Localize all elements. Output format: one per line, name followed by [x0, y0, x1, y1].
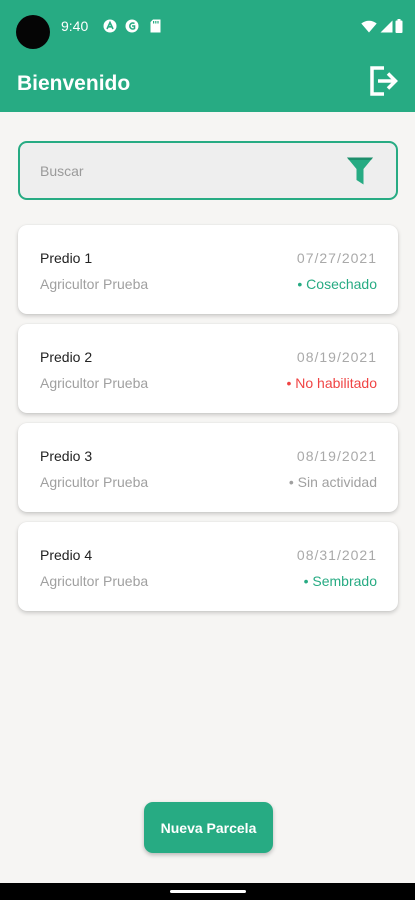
status-time: 9:40 [61, 18, 89, 34]
home-gesture-handle[interactable] [170, 890, 246, 893]
parcel-name: Predio 3 [40, 448, 93, 464]
parcel-name: Predio 1 [40, 250, 93, 266]
parcel-date: 08/19/2021 [296, 448, 377, 464]
parcel-farmer: Agricultor Prueba [40, 375, 149, 391]
new-parcel-button[interactable]: Nueva Parcela [144, 802, 273, 853]
app-a-icon [103, 19, 117, 33]
logout-button[interactable] [366, 64, 400, 98]
parcel-status: • Cosechado [297, 276, 377, 292]
logout-icon [370, 66, 398, 96]
parcel-card[interactable]: Predio 4 Agricultor Prueba 08/31/2021 • … [18, 522, 398, 611]
cell-signal-icon [379, 19, 393, 33]
filter-icon [347, 157, 373, 185]
parcel-status: • Sembrado [303, 573, 377, 589]
search-input[interactable] [40, 157, 340, 185]
parcel-farmer: Agricultor Prueba [40, 276, 149, 292]
parcel-date: 07/27/2021 [296, 250, 377, 266]
app-b-icon [125, 19, 139, 33]
sd-card-icon [148, 19, 162, 33]
parcel-card[interactable]: Predio 2 Agricultor Prueba 08/19/2021 • … [18, 324, 398, 413]
camera-cutout [16, 15, 50, 49]
wifi-icon [361, 19, 377, 33]
battery-icon [394, 19, 404, 33]
parcel-farmer: Agricultor Prueba [40, 573, 149, 589]
parcel-status: • No habilitado [286, 375, 377, 391]
parcel-status: • Sin actividad [288, 474, 377, 490]
navigation-bar [0, 883, 415, 900]
parcel-name: Predio 2 [40, 349, 93, 365]
parcel-name: Predio 4 [40, 547, 93, 563]
parcel-date: 08/19/2021 [296, 349, 377, 365]
parcel-farmer: Agricultor Prueba [40, 474, 149, 490]
filter-button[interactable] [346, 156, 374, 186]
status-bar: 9:40 [0, 0, 415, 52]
parcel-card[interactable]: Predio 1 Agricultor Prueba 07/27/2021 • … [18, 225, 398, 314]
parcel-card[interactable]: Predio 3 Agricultor Prueba 08/19/2021 • … [18, 423, 398, 512]
page-title: Bienvenido [17, 72, 131, 95]
app-bar: 9:40 Bienvenido [0, 0, 415, 112]
search-bar [18, 141, 398, 200]
parcel-date: 08/31/2021 [296, 547, 377, 563]
